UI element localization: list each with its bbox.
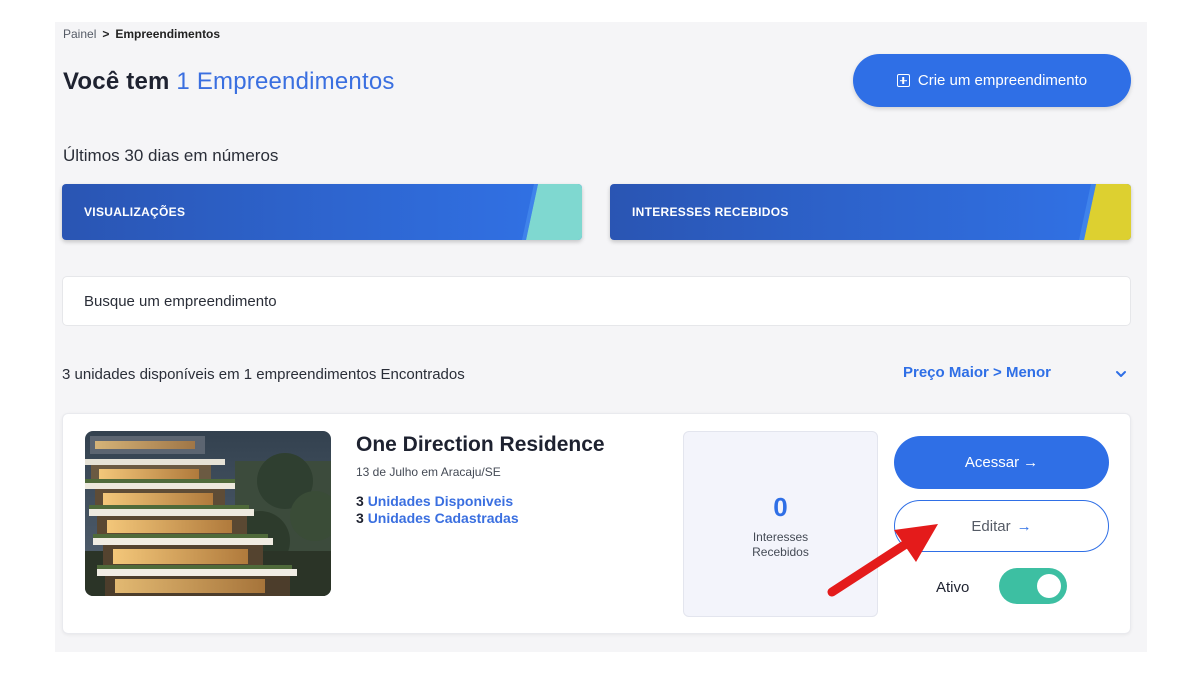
listing-thumbnail[interactable] [85, 431, 331, 596]
arrow-right-icon: → [1016, 517, 1032, 535]
stat-card-views-accent [522, 184, 582, 240]
stats-title: Últimos 30 dias em números [63, 146, 279, 165]
search-box[interactable] [62, 276, 1131, 326]
units-registered-label: Unidades Cadastradas [367, 510, 519, 526]
interests-label-line1: Interesses [752, 530, 809, 544]
units-registered[interactable]: 3 Unidades Cadastradas [356, 510, 519, 526]
red-arrow-icon [827, 524, 938, 597]
building-photo [85, 431, 331, 596]
breadcrumb: Painel > Empreendimentos [63, 27, 220, 41]
stat-card-interests-accent [1079, 184, 1131, 240]
access-button-label: Acessar [964, 454, 1020, 471]
arrow-right-icon: → [1023, 454, 1039, 471]
listing-date-location: 13 de Julho em Aracaju/SE [356, 465, 501, 479]
results-summary: 3 unidades disponíveis em 1 empreendimen… [62, 366, 465, 383]
stat-card-interests-label: INTERESSES RECEBIDOS [632, 205, 789, 219]
breadcrumb-separator: > [102, 27, 110, 41]
stat-card-interests[interactable]: INTERESSES RECEBIDOS [610, 184, 1131, 240]
plus-square-icon [896, 74, 910, 87]
units-available-count: 3 [356, 493, 364, 509]
breadcrumb-root-link[interactable]: Painel [63, 27, 96, 41]
toggle-knob [1037, 574, 1061, 598]
page-title: Você tem 1 Empreendimentos [63, 68, 395, 96]
stat-card-views-label: VISUALIZAÇÕES [84, 205, 186, 219]
units-available-label: Unidades Disponiveis [367, 493, 514, 509]
search-input[interactable] [63, 277, 1130, 325]
page-title-prefix: Você tem [63, 68, 170, 95]
sort-dropdown[interactable]: Preço Maior > Menor [903, 364, 1051, 381]
create-project-button[interactable]: Crie um empreendimento [853, 54, 1131, 107]
create-project-label: Crie um empreendimento [917, 72, 1088, 89]
interests-label-line2: Recebidos [752, 545, 809, 559]
active-toggle[interactable] [999, 568, 1067, 604]
stat-card-views[interactable]: VISUALIZAÇÕES [62, 184, 582, 240]
access-button[interactable]: Acessar → [894, 436, 1109, 489]
chevron-down-icon[interactable] [1114, 367, 1128, 381]
units-available[interactable]: 3 Unidades Disponiveis [356, 493, 513, 509]
listing-title[interactable]: One Direction Residence [356, 433, 605, 457]
breadcrumb-current: Empreendimentos [115, 27, 221, 41]
page-title-count: 1 Empreendimentos [176, 68, 395, 95]
edit-button-label: Editar [971, 517, 1011, 535]
units-registered-count: 3 [356, 510, 364, 526]
